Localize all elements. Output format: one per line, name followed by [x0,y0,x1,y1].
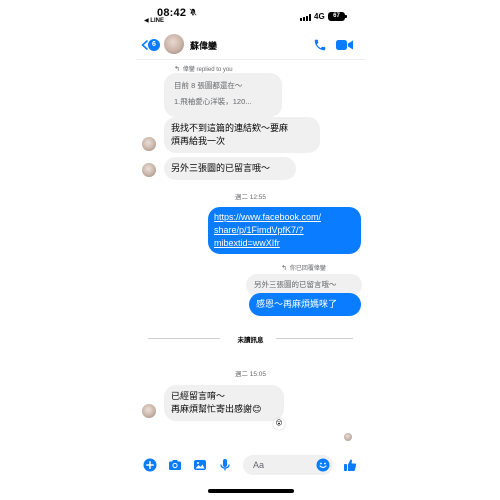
unread-divider-label: 未讀訊息 [237,337,264,344]
camera-icon[interactable] [168,458,182,472]
contact-name[interactable]: 蘇偉鑾 [190,39,217,52]
silent-bell-icon [189,8,197,16]
thumbs-up-icon[interactable] [343,458,357,472]
battery-icon: 67 [328,12,345,21]
outgoing-link-message[interactable]: https://www.facebook.com/ share/p/1FimdV… [208,207,361,254]
gallery-icon[interactable] [193,458,207,472]
sender-avatar[interactable] [142,404,156,418]
emoji-icon[interactable] [316,458,330,472]
reply-arrow-icon: ↰ [174,66,180,73]
message-line: 煩再給我一次 [171,136,226,146]
message-line: 我找不到這篇的連結欸～要麻 [171,123,289,133]
quoted-line: 目前 8 張圖都還在～ [174,81,243,90]
messenger-screen: 08:42 ◀ LINE 4G 67 6 蘇偉鑾 ↰ 偉鑾 replied to… [136,0,365,500]
quoted-line: 另外三張圖的已留言哦～ [254,280,337,289]
phone-call-icon[interactable] [313,38,327,52]
back-button[interactable]: 6 [138,37,162,53]
home-indicator [208,489,294,493]
message-input[interactable] [253,458,309,472]
back-to-line-link[interactable]: ◀ LINE [144,17,164,24]
chevron-left-icon [141,40,148,50]
timestamp: 週二 15:05 [234,371,267,378]
my-reply-note-text: 你已回覆偉鑾 [289,266,326,272]
contact-avatar[interactable] [164,34,184,54]
timestamp: 週二 12:55 [234,194,267,201]
link-line[interactable]: share/p/1FimdVpfK7/? [214,224,355,237]
message-composer [136,452,365,480]
battery-tip [345,15,347,18]
reaction-emoji-icon[interactable]: 😮 [273,418,285,430]
chat-header: 6 蘇偉鑾 [136,30,365,60]
network-type: 4G [314,12,325,21]
message-line: 另外三張圖的已留言哦～ [171,163,271,173]
message-line: 感恩～再麻煩媽咪了 [256,299,338,309]
outgoing-message[interactable]: 感恩～再麻煩媽咪了 [249,293,361,316]
sender-avatar[interactable] [142,137,156,151]
message-input-box[interactable] [243,455,333,475]
my-reply-note: ↰ 你已回覆偉鑾 [281,263,326,272]
incoming-message[interactable]: 我找不到這篇的連結欸～要麻 煩再給我一次 [164,117,320,153]
link-line[interactable]: mibextid=wwXIfr [214,237,355,250]
microphone-icon[interactable] [218,458,232,472]
incoming-message[interactable]: 已經留言唷～ 再麻煩幫忙寄出感謝😊 [164,385,284,421]
status-bar: 08:42 ◀ LINE 4G 67 [136,0,365,24]
signal-icon [300,14,311,21]
message-line: 再麻煩幫忙寄出感謝😊 [171,404,262,414]
quoted-line: 1.飛袖愛心洋裝，120... [174,97,252,106]
reply-note: ↰ 偉鑾 replied to you [174,64,233,73]
incoming-message[interactable]: 另外三張圖的已留言哦～ [164,157,296,180]
message-line: 已經留言唷～ [171,391,226,401]
video-call-icon[interactable] [336,39,354,51]
quoted-message[interactable]: 目前 8 張圖都還在～ 1.飛袖愛心洋裝，120... [164,73,282,117]
plus-icon[interactable] [143,458,157,472]
sender-avatar[interactable] [142,163,156,177]
seen-avatar [344,433,352,441]
link-line[interactable]: https://www.facebook.com/ [214,211,355,224]
reply-arrow-icon: ↰ [281,265,287,272]
unread-count-badge: 6 [148,39,160,51]
divider-right [276,338,353,339]
